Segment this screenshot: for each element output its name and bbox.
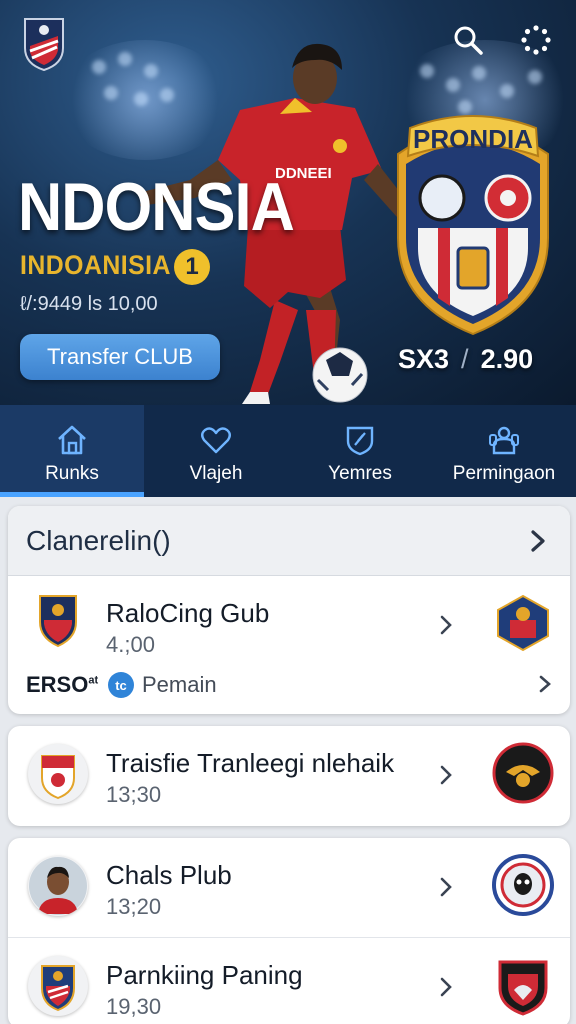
menu-button[interactable] — [518, 22, 554, 58]
rank-badge: 1 — [174, 249, 210, 285]
chevron-right-icon — [440, 765, 452, 785]
list-header[interactable]: Clanerelin() — [8, 506, 570, 576]
item-time: 13;30 — [106, 782, 162, 807]
shield-icon — [346, 426, 374, 456]
search-button[interactable] — [450, 22, 486, 58]
app-logo-icon[interactable] — [22, 16, 66, 72]
hero-banner: DDNEEI PRONDIA NDONSIA INDOANISIA 1 ℓ/:9… — [0, 0, 576, 405]
item-title: RaloCing Gub — [106, 598, 270, 628]
list-item[interactable]: Traisfie Tranleegi nlehaik 13;30 — [8, 726, 570, 826]
tab-label: Runks — [45, 463, 99, 484]
search-icon — [454, 26, 483, 55]
chevron-right-icon — [440, 615, 452, 635]
tab-label: Vlajeh — [189, 463, 243, 484]
item-time: 19,30 — [106, 994, 162, 1019]
club-list-card: Clanerelin() RaloCing Gub 4.;00 ERSOat t… — [8, 506, 570, 714]
opponent-logo-icon — [498, 960, 548, 1016]
score-separator: / — [461, 344, 469, 374]
item-title: Parnkiing Paning — [106, 960, 303, 990]
sub-text: Pemain — [142, 672, 217, 697]
player-avatar-icon — [28, 856, 88, 916]
chevron-right-icon — [531, 529, 545, 552]
heart-icon — [201, 427, 231, 454]
list-item[interactable]: Chals Plub 13;20 — [8, 838, 570, 938]
dots-menu-icon — [521, 25, 551, 55]
item-title: Chals Plub — [106, 860, 232, 890]
club-badge-icon — [28, 956, 88, 1016]
score-right: 2.90 — [480, 344, 534, 374]
score-left: SX3 — [398, 344, 450, 374]
sub-tag: ERSOat — [26, 672, 99, 697]
list-header-title: Clanerelin() — [26, 524, 171, 556]
home-icon — [58, 425, 86, 455]
club-list-card: Chals Plub 13;20 Parnkiing Paning 19,30 — [8, 838, 570, 1024]
tab-label: Permingaon — [452, 463, 556, 484]
crest-text: PRONDIA — [413, 124, 533, 154]
chevron-right-icon — [539, 675, 551, 693]
tab-label: Yemres — [328, 463, 392, 484]
tab-bar: Runks Vlajeh Yemres Permingaon — [0, 405, 576, 497]
tab-permingaon[interactable]: Permingaon — [432, 405, 576, 497]
opponent-logo-icon — [497, 594, 549, 652]
tab-vlajeh[interactable]: Vlajeh — [144, 405, 288, 497]
hero-title: NDONSIA — [18, 169, 295, 245]
transfer-club-button[interactable]: Transfer CLUB — [20, 334, 220, 380]
club-crest-icon: PRONDIA — [397, 115, 549, 336]
opponent-logo-icon — [492, 854, 554, 916]
club-list-card: Traisfie Tranleegi nlehaik 13;30 — [8, 726, 570, 826]
score-display: SX3 / 2.90 — [398, 344, 533, 375]
list-item[interactable]: RaloCing Gub 4.;00 — [8, 576, 570, 672]
item-time: 13;20 — [106, 894, 162, 919]
hero-subtitle: INDOANISIA — [20, 250, 171, 280]
club-badge-icon — [39, 595, 77, 648]
chevron-right-icon — [440, 977, 452, 997]
tab-runks[interactable]: Runks — [0, 405, 144, 497]
tab-yemres[interactable]: Yemres — [288, 405, 432, 497]
list-item[interactable]: Parnkiing Paning 19,30 — [8, 938, 570, 1024]
sub-row[interactable]: ERSOat tc Pemain — [8, 672, 570, 702]
people-icon — [489, 426, 519, 455]
chevron-right-icon — [440, 877, 452, 897]
hero-meta: ℓ/:9449 ls 10,00 — [20, 293, 158, 315]
opponent-logo-icon — [492, 742, 554, 804]
item-title: Traisfie Tranleegi nlehaik — [106, 748, 395, 778]
item-time: 4.;00 — [106, 632, 155, 657]
club-badge-icon — [28, 744, 88, 804]
sub-pill-icon: tc — [108, 672, 134, 698]
